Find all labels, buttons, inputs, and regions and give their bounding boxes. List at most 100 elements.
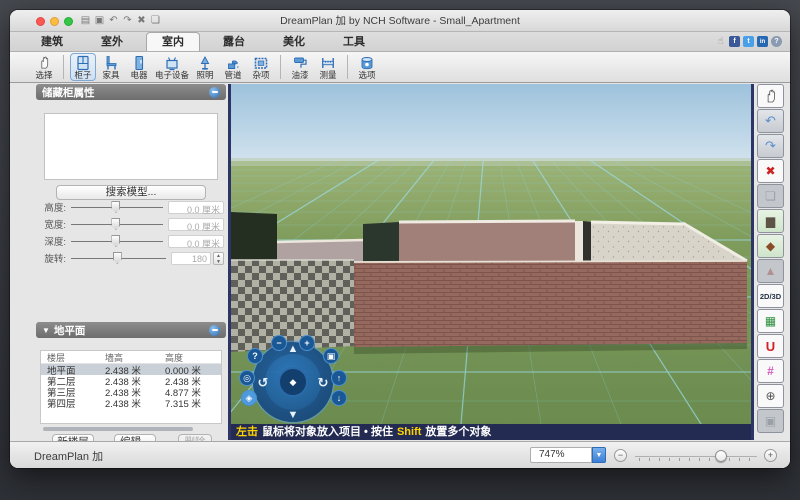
guides-toggle-button[interactable]: # (757, 359, 784, 383)
twitter-icon[interactable]: t (743, 36, 754, 47)
tab-deck[interactable]: 露台 (208, 33, 260, 51)
zoom-dropdown-button[interactable]: ▼ (592, 447, 606, 463)
wheel-drive-icon[interactable]: ◈ (241, 390, 257, 406)
select-tool-button[interactable]: 选择 (31, 53, 57, 81)
wheel-down-icon[interactable]: ↓ (331, 390, 347, 406)
paint-tool-button[interactable]: 油漆 (287, 53, 313, 81)
zoom-slider[interactable] (635, 450, 757, 462)
zoom-out-button[interactable]: − (614, 449, 627, 462)
wheel-up-icon[interactable]: ↑ (331, 370, 347, 386)
wheel-zoom-in-icon[interactable]: + (299, 335, 315, 351)
floors-table[interactable]: 楼层 墙高 高度 地平面 2.438 米 0.000 米 第二层 2.438 米… (40, 350, 222, 424)
linkedin-icon[interactable]: in (757, 36, 768, 47)
undo-icon[interactable]: ↶ (108, 13, 119, 28)
plumbing-tool-button[interactable]: 管道 (220, 53, 246, 81)
collapse-triangle-icon[interactable]: ▼ (42, 326, 50, 335)
zoom-window-button[interactable] (64, 17, 73, 26)
undo-button[interactable]: ↶ (757, 109, 784, 133)
misc-tool-button[interactable]: 杂项 (248, 53, 274, 81)
rotation-stepper[interactable]: ▲▼ (213, 252, 224, 265)
hint-click: 左击 (236, 426, 258, 438)
social-links: ☝ f t in ? (715, 36, 782, 47)
facebook-icon[interactable]: f (729, 36, 740, 47)
help-icon[interactable]: ? (771, 36, 782, 47)
tab-indoor[interactable]: 室内 (146, 32, 200, 51)
height-label: 高度: (38, 200, 66, 214)
height-value-field[interactable]: 0.0 厘米 (168, 201, 224, 214)
search-model-button[interactable]: 搜索模型... (56, 185, 206, 200)
2d3d-switch-icon: 2D/3D (760, 292, 781, 301)
tab-outdoor[interactable]: 室外 (86, 33, 138, 51)
like-icon[interactable]: ☝ (715, 36, 726, 47)
rotation-slider[interactable] (71, 251, 166, 265)
wheel-orbit-icon[interactable]: ◎ (239, 370, 255, 386)
wheel-pan-up-icon[interactable]: ▲ (286, 343, 300, 355)
toolbar-separator (280, 55, 281, 79)
navigation-wheel[interactable]: ▲ ▼ ↺ ↻ ◆ ? − + ▣ ◎ ◈ ↑ ↓ (253, 342, 333, 422)
appliances-tool-button[interactable]: 电器 (126, 53, 152, 81)
height-slider[interactable] (71, 200, 163, 214)
save-icon[interactable]: ▣ (94, 13, 105, 28)
depth-slider-thumb[interactable] (111, 235, 120, 247)
wheel-pan-down-icon[interactable]: ▼ (286, 409, 300, 421)
lighting-tool-button[interactable]: 照明 (192, 53, 218, 81)
minimize-window-button[interactable] (50, 17, 59, 26)
snap-toggle-button[interactable]: U (757, 334, 784, 358)
floors-panel-header: ▼ 地平面 (36, 322, 226, 338)
collapse-properties-icon[interactable] (209, 87, 220, 98)
grid-toggle-button[interactable]: ▦ (757, 309, 784, 333)
board-tool-button[interactable]: ◆ (757, 234, 784, 258)
compass-button[interactable]: ⊕ (757, 384, 784, 408)
zoom-slider-thumb[interactable] (715, 450, 727, 462)
terrain-tool-button[interactable]: ▲ (757, 259, 784, 283)
title-bar[interactable]: DreamPlan 加 by NCH Software - Small_Apar… (10, 10, 790, 32)
tab-landscaping[interactable]: 美化 (268, 33, 320, 51)
scene-3d[interactable]: ▲ ▼ ↺ ↻ ◆ ? − + ▣ ◎ ◈ ↑ ↓ (231, 84, 751, 424)
wheel-camera-icon[interactable]: ▣ (323, 348, 339, 364)
zoom-in-button[interactable]: + (764, 449, 777, 462)
redo-button[interactable]: ↷ (757, 134, 784, 158)
rotation-slider-thumb[interactable] (113, 252, 122, 264)
measure-tool-button[interactable]: 测量 (315, 53, 341, 81)
wheel-help-icon[interactable]: ? (247, 348, 263, 364)
width-slider[interactable] (71, 217, 163, 231)
wheel-rotate-right-icon[interactable]: ↻ (316, 375, 330, 391)
ribbon-tab-bar: 建筑 室外 室内 露台 美化 工具 ☝ f t in ? (10, 32, 790, 52)
furniture-tool-button[interactable]: 家具 (98, 53, 124, 81)
wheel-rotate-left-icon[interactable]: ↺ (256, 375, 270, 391)
copy-object-button[interactable]: ❏ (757, 184, 784, 208)
pan-tool-button[interactable] (757, 84, 784, 108)
scrollbar-thumb[interactable] (43, 427, 193, 431)
delete-x-icon: ✖ (765, 164, 775, 178)
redo-icon[interactable]: ↷ (122, 13, 133, 28)
block-tool-button[interactable]: ▆ (757, 209, 784, 233)
view-2d3d-button[interactable]: 2D/3D (757, 284, 784, 308)
wheel-zoom-out-icon[interactable]: − (271, 335, 287, 351)
height-slider-thumb[interactable] (111, 201, 120, 213)
delete-object-button[interactable]: ✖ (757, 159, 784, 183)
collapse-floors-icon[interactable] (209, 325, 220, 336)
width-value-field[interactable]: 0.0 厘米 (168, 218, 224, 231)
electronics-tool-button[interactable]: 电子设备 (154, 53, 190, 81)
depth-value-field[interactable]: 0.0 厘米 (168, 235, 224, 248)
cabinets-tool-button[interactable]: 柜子 (70, 53, 96, 81)
terrain-icon: ▲ (765, 264, 777, 278)
floors-table-scrollbar[interactable] (40, 426, 222, 432)
close-window-button[interactable] (36, 17, 45, 26)
floor-row-4[interactable]: 第四层 2.438 米 7.315 米 (41, 397, 221, 408)
zoom-level-field[interactable]: 747% (530, 447, 592, 463)
snapshot-button[interactable]: ▣ (757, 409, 784, 433)
main-toolbar: 选择 柜子 家具 电器 (10, 52, 790, 83)
wheel-center-pad[interactable]: ◆ (278, 367, 308, 397)
tv-icon (164, 55, 180, 71)
toolbar-separator (347, 55, 348, 79)
delete-icon[interactable]: ✖ (136, 13, 147, 28)
tab-building[interactable]: 建筑 (26, 33, 78, 51)
options-button[interactable]: 选项 (354, 53, 380, 81)
rotation-value-field[interactable]: 180 (171, 252, 211, 265)
depth-slider[interactable] (71, 234, 163, 248)
width-slider-thumb[interactable] (111, 218, 120, 230)
print-icon[interactable]: ▤ (80, 13, 91, 28)
copy-icon[interactable]: ❏ (150, 13, 161, 28)
tab-tools[interactable]: 工具 (328, 33, 380, 51)
